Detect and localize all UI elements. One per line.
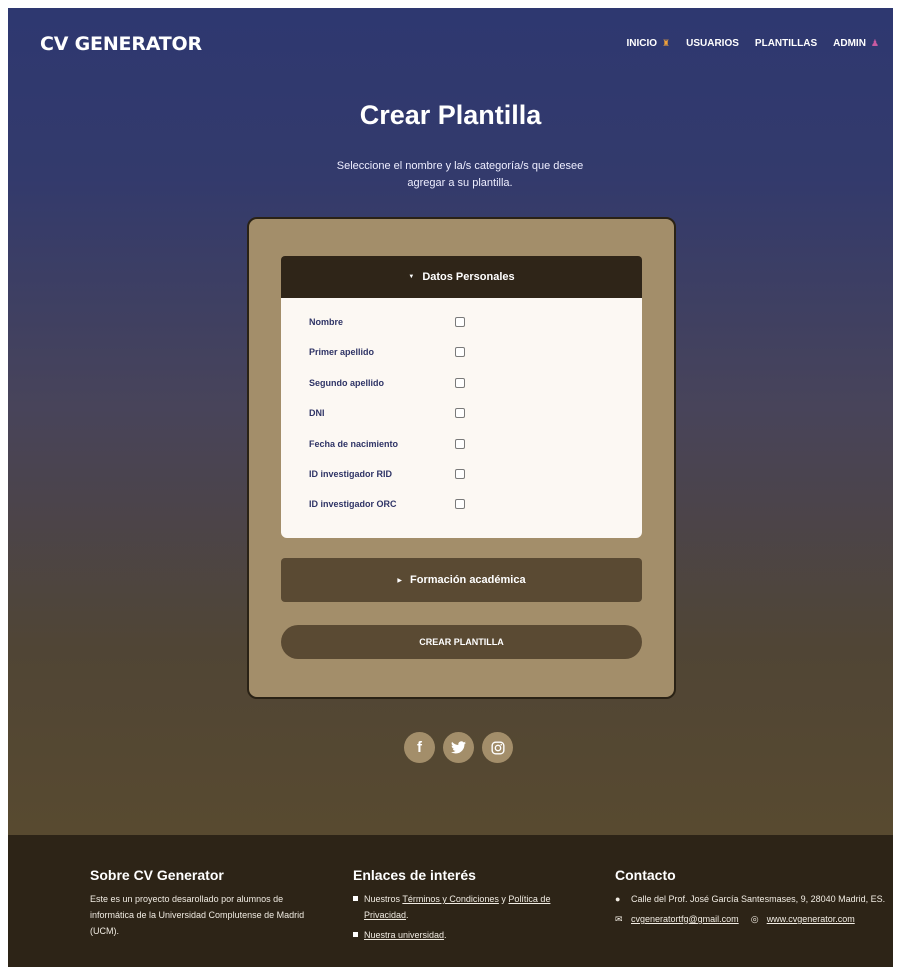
- dni-checkbox[interactable]: [455, 408, 465, 418]
- footer-links: Enlaces de interés Nuestros Términos y C…: [353, 867, 583, 947]
- nav-plantillas[interactable]: PLANTILLAS: [755, 38, 817, 49]
- text: .: [406, 910, 409, 920]
- field-label: Primer apellido: [309, 347, 375, 357]
- footer-about: Sobre CV Generator Este es un proyecto d…: [90, 867, 315, 939]
- text: y: [498, 894, 509, 904]
- footer-about-text: Este es un proyecto desarollado por alum…: [90, 894, 305, 936]
- university-text: Nuestra universidad.: [364, 927, 447, 943]
- website-link[interactable]: www.cvgenerator.com: [767, 911, 855, 927]
- field-row: ID investigador ORC: [309, 497, 465, 511]
- map-pin-icon: ●: [615, 894, 621, 904]
- text: Nuestros: [364, 894, 403, 904]
- field-row: Primer apellido: [309, 345, 465, 359]
- page-title: Crear Plantilla: [359, 100, 542, 130]
- field-row: DNI: [309, 406, 465, 420]
- bullet-icon: [353, 932, 358, 937]
- nav-admin[interactable]: ADMIN ♟: [833, 38, 879, 49]
- contact-links: ✉ cvgeneratortfg@gmail.com ◎ www.cvgener…: [615, 911, 890, 927]
- site-footer: Sobre CV Generator Este es un proyecto d…: [8, 835, 893, 967]
- create-template-button[interactable]: CREAR PLANTILLA: [281, 625, 642, 659]
- person-icon: ♟: [870, 38, 879, 48]
- main-nav: INICIO ♜ USUARIOS PLANTILLAS ADMIN ♟: [626, 38, 879, 49]
- footer-contact-title: Contacto: [615, 867, 676, 883]
- university-link[interactable]: Nuestra universidad: [364, 930, 444, 940]
- field-row: Fecha de nacimiento: [309, 437, 465, 451]
- house-icon: ♜: [662, 38, 671, 48]
- nav-usuarios-label: USUARIOS: [686, 38, 739, 49]
- brand-logo[interactable]: CV GENERATOR: [40, 33, 202, 55]
- terms-link[interactable]: Términos y Condiciones: [402, 894, 499, 904]
- id-rid-checkbox[interactable]: [455, 469, 465, 479]
- template-form-card: ▼ Datos Personales Nombre Primer apellid…: [247, 217, 676, 699]
- field-row: Nombre: [309, 315, 465, 329]
- instagram-icon[interactable]: [482, 732, 513, 763]
- nav-inicio-label: INICIO: [626, 38, 658, 49]
- list-item: Nuestra universidad.: [353, 927, 583, 943]
- envelope-icon: ✉: [615, 914, 623, 924]
- segundo-apellido-checkbox[interactable]: [455, 378, 465, 388]
- nav-admin-label: ADMIN: [833, 38, 866, 49]
- email-link[interactable]: cvgeneratortfg@gmail.com: [631, 911, 739, 927]
- field-row: ID investigador RID: [309, 467, 465, 481]
- list-item: Nuestros Términos y Condiciones y Políti…: [353, 891, 583, 923]
- fecha-nacimiento-checkbox[interactable]: [455, 439, 465, 449]
- contact-address: ● Calle del Prof. José García Santesmase…: [615, 891, 890, 907]
- id-orc-checkbox[interactable]: [455, 499, 465, 509]
- caret-down-icon: ▼: [408, 274, 415, 280]
- accordion-formacion-academica-label: Formación académica: [410, 574, 526, 586]
- datos-personales-panel: Nombre Primer apellido Segundo apellido …: [281, 298, 642, 538]
- field-label: ID investigador ORC: [309, 499, 397, 509]
- bullet-icon: [353, 896, 358, 901]
- social-links: f: [404, 732, 513, 763]
- accordion-formacion-academica[interactable]: ▶ Formación académica: [281, 558, 642, 602]
- field-label: Segundo apellido: [309, 378, 385, 388]
- text: .: [444, 930, 447, 940]
- facebook-icon[interactable]: f: [404, 732, 435, 763]
- nav-usuarios[interactable]: USUARIOS: [686, 38, 739, 49]
- terms-privacy-text: Nuestros Términos y Condiciones y Políti…: [364, 891, 583, 923]
- field-row: Segundo apellido: [309, 376, 465, 390]
- caret-right-icon: ▶: [397, 577, 403, 584]
- field-label: ID investigador RID: [309, 469, 393, 479]
- nav-inicio[interactable]: INICIO ♜: [626, 38, 670, 49]
- accordion-datos-personales[interactable]: ▼ Datos Personales: [281, 256, 642, 298]
- field-label: Nombre: [309, 317, 344, 327]
- page: CV GENERATOR INICIO ♜ USUARIOS PLANTILLA…: [8, 8, 893, 967]
- footer-about-title: Sobre CV Generator: [90, 867, 224, 883]
- globe-icon: ◎: [750, 914, 759, 924]
- page-subtitle: Seleccione el nombre y la/s categoría/s …: [336, 160, 584, 189]
- primer-apellido-checkbox[interactable]: [455, 347, 465, 357]
- nav-plantillas-label: PLANTILLAS: [754, 38, 818, 49]
- accordion-datos-personales-label: Datos Personales: [422, 271, 515, 283]
- footer-contact: Contacto ● Calle del Prof. José García S…: [615, 867, 890, 931]
- footer-links-title: Enlaces de interés: [353, 867, 476, 883]
- nombre-checkbox[interactable]: [455, 317, 465, 327]
- twitter-icon[interactable]: [443, 732, 474, 763]
- field-label: DNI: [309, 408, 325, 418]
- field-label: Fecha de nacimiento: [309, 439, 399, 449]
- address-text: Calle del Prof. José García Santesmases,…: [631, 894, 886, 904]
